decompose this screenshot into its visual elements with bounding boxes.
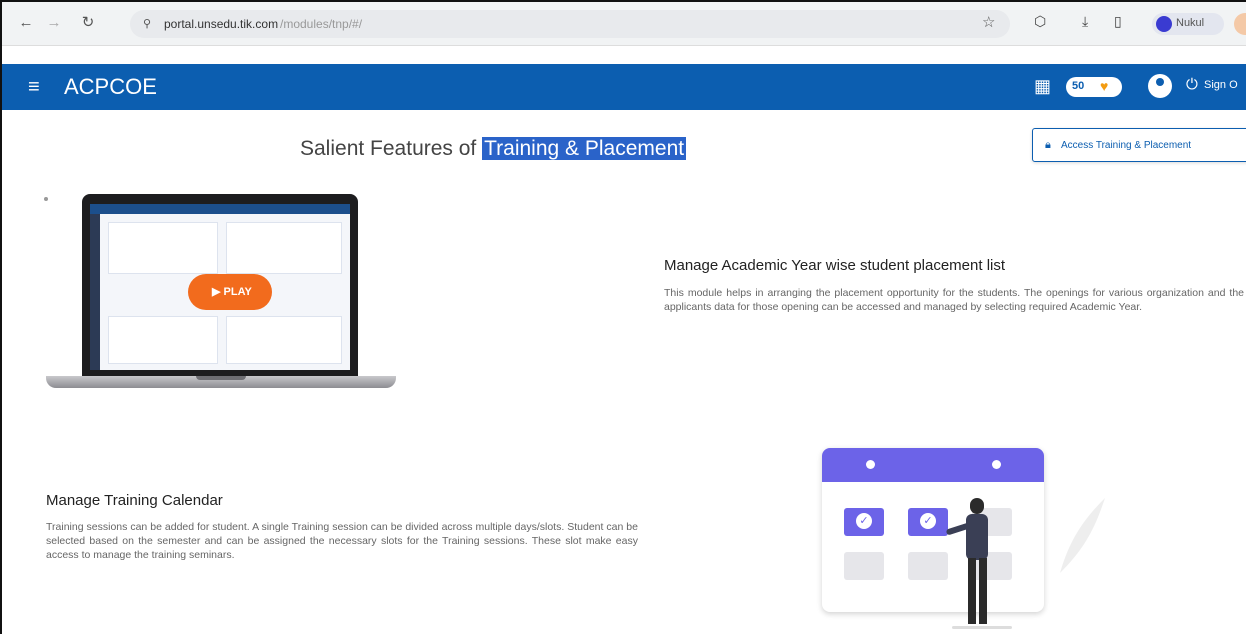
screen-card [226, 316, 342, 364]
calendar-ring [866, 460, 875, 469]
person-illustration [945, 498, 1012, 632]
power-icon[interactable]: ⏻ [1186, 76, 1198, 93]
grid-icon[interactable]: ▦ [1034, 76, 1051, 97]
app-header: ≡ ACPCOE ▦ 50 ♥ ⏻ Sign O [2, 64, 1246, 110]
screen-sidebar [90, 214, 100, 370]
address-bar[interactable]: ⚲ portal.unsedu.tik.com /modules/tnp/#/ [130, 10, 1010, 38]
leaf-decoration-icon [1060, 498, 1105, 573]
person-body [966, 514, 988, 560]
access-module-button[interactable]: 🔒︎ Access Training & Placement [1032, 128, 1246, 162]
app-window: ← → ↻ ⚲ portal.unsedu.tik.com /modules/t… [0, 0, 1246, 634]
feature-description: Training sessions can be added for stude… [46, 521, 638, 561]
url-path: /modules/tnp/#/ [280, 17, 363, 31]
hamburger-icon[interactable]: ≡ [28, 77, 40, 97]
calendar-header [822, 448, 1044, 482]
reload-icon[interactable]: ↻ [78, 13, 98, 33]
brand-title: ACPCOE [64, 74, 157, 99]
forward-arrow-icon[interactable]: → [44, 13, 64, 33]
screen-topbar [90, 204, 350, 214]
person-shadow [952, 626, 1012, 629]
page-title: Salient Features of Training & Placement [300, 137, 687, 161]
coin-badge[interactable]: 50 ♥ [1066, 77, 1122, 97]
signout-link[interactable]: Sign O [1204, 79, 1238, 91]
person-leg [968, 558, 976, 624]
play-label: ▶ PLAY [212, 286, 252, 298]
sidebar-icon[interactable]: ▯ [1114, 13, 1122, 30]
screen-card [108, 316, 218, 364]
laptop-bezel: ▶ PLAY [82, 194, 358, 376]
feature-title: Manage Training Calendar [46, 492, 223, 509]
screen-card [226, 222, 342, 274]
account-icon[interactable] [1148, 74, 1172, 98]
calendar-cell [908, 552, 948, 580]
calendar-ring [992, 460, 1001, 469]
heart-icon: ♥ [1100, 78, 1109, 94]
calendar-cell-checked [844, 508, 884, 536]
feature-title: Manage Academic Year wise student placem… [664, 257, 1006, 274]
browser-toolbar: ← → ↻ ⚲ portal.unsedu.tik.com /modules/t… [2, 2, 1246, 46]
profile-chip[interactable]: Nukul [1152, 13, 1224, 35]
back-arrow-icon[interactable]: ← [16, 13, 36, 33]
star-icon[interactable]: ☆ [982, 13, 995, 31]
coin-count: 50 [1072, 80, 1085, 92]
calendar-cell-checked [908, 508, 948, 536]
extension-icon[interactable]: ⬡ [1034, 13, 1046, 30]
download-icon[interactable]: ⤓ [1082, 13, 1088, 30]
video-laptop-illustration[interactable]: ▶ PLAY [46, 194, 396, 394]
laptop-screen: ▶ PLAY [90, 204, 350, 370]
url-host: portal.unsedu.tik.com [164, 17, 279, 31]
person-head [970, 498, 984, 514]
laptop-notch [196, 376, 246, 380]
lock-icon: 🔒︎ [1045, 139, 1051, 151]
profile-name: Nukul [1176, 17, 1205, 29]
avatar-extra[interactable] [1234, 13, 1246, 35]
avatar [1156, 16, 1172, 32]
play-button[interactable]: ▶ PLAY [188, 274, 272, 310]
calendar-cell [844, 552, 884, 580]
person-leg [979, 558, 987, 624]
access-button-label: Access Training & Placement [1061, 140, 1192, 151]
page-title-highlight: Training & Placement [482, 137, 687, 160]
page-title-prefix: Salient Features of [300, 137, 483, 160]
site-info-icon[interactable]: ⚲ [138, 15, 156, 33]
screen-card [108, 222, 218, 274]
feature-description: This module helps in arranging the place… [664, 287, 1244, 313]
